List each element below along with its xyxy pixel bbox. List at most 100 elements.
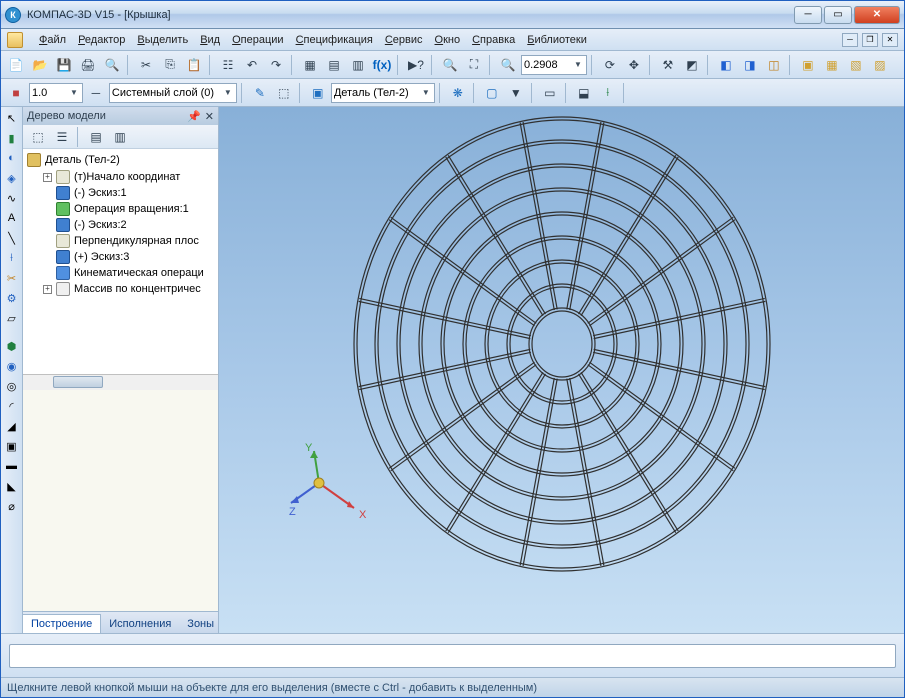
tree-item[interactable]: Перпендикулярная плос <box>43 233 216 249</box>
view-iso-button[interactable]: ◩ <box>681 54 703 76</box>
dim-tool[interactable]: ⟊ <box>3 249 21 267</box>
display-shade-button[interactable]: ▼ <box>505 82 527 104</box>
cube3-icon[interactable]: ◫ <box>763 54 785 76</box>
copy-button[interactable]: ⎘ <box>159 54 181 76</box>
zoom-window-button[interactable]: 🔍 <box>439 54 461 76</box>
pin-icon[interactable]: 📌 <box>187 110 201 123</box>
box3-icon[interactable]: ▧ <box>845 54 867 76</box>
stop-button[interactable]: ■ <box>5 82 27 104</box>
tree-item[interactable]: Кинематическая операци <box>43 265 216 281</box>
body-icon[interactable]: ▣ <box>307 82 329 104</box>
zoom-fit-button[interactable]: ⛶ <box>463 54 485 76</box>
zoom-input[interactable] <box>524 59 572 71</box>
cube1-icon[interactable]: ◧ <box>715 54 737 76</box>
body-field[interactable]: ▼ <box>331 83 435 103</box>
menu-файл[interactable]: Файл <box>33 32 72 48</box>
preview-button[interactable]: 🔍 <box>101 54 123 76</box>
menu-сервис[interactable]: Сервис <box>379 32 429 48</box>
surface-tool[interactable]: ▱ <box>3 309 21 327</box>
box4-icon[interactable]: ▨ <box>869 54 891 76</box>
menu-спецификация[interactable]: Спецификация <box>290 32 379 48</box>
cut-button[interactable]: ✂ <box>135 54 157 76</box>
save-button[interactable]: 💾 <box>53 54 75 76</box>
layer-field[interactable]: ▼ <box>109 83 237 103</box>
tree-item[interactable]: Операция вращения:1 <box>43 201 216 217</box>
props-button[interactable]: ☷ <box>217 54 239 76</box>
chamfer-tool[interactable]: ◢ <box>3 417 21 435</box>
ortho-button[interactable]: ⬚ <box>273 82 295 104</box>
chevron-down-icon[interactable]: ▼ <box>68 88 80 97</box>
property-input[interactable] <box>9 644 896 668</box>
text-tool[interactable]: A <box>3 209 21 227</box>
layer-input[interactable] <box>112 87 222 99</box>
tree-item[interactable]: (-) Эскиз:2 <box>43 217 216 233</box>
panel-close-icon[interactable]: ✕ <box>205 110 214 123</box>
rotate-button[interactable]: ⟳ <box>599 54 621 76</box>
menu-выделить[interactable]: Выделить <box>131 32 194 48</box>
body-input[interactable] <box>334 87 420 99</box>
menu-редактор[interactable]: Редактор <box>72 32 131 48</box>
rebuild-button[interactable]: ⚒ <box>657 54 679 76</box>
chevron-down-icon[interactable]: ▼ <box>572 60 584 69</box>
zoom-in-button[interactable]: 🔍 <box>497 54 519 76</box>
mdi-close-button[interactable]: ✕ <box>882 33 898 47</box>
mdi-restore-button[interactable]: ❐ <box>862 33 878 47</box>
thread-tool[interactable]: ⌀ <box>3 497 21 515</box>
revolve-tool[interactable]: ◐ <box>3 149 21 167</box>
tree-scrollbar[interactable] <box>23 374 218 390</box>
draft-tool[interactable]: ◣ <box>3 477 21 495</box>
tree-mode1-button[interactable]: ⬚ <box>27 126 49 148</box>
tab-zones[interactable]: Зоны <box>179 615 222 633</box>
tab-construction[interactable]: Построение <box>23 614 101 633</box>
tree-root[interactable]: Деталь (Тел-2) <box>25 151 216 169</box>
chevron-down-icon[interactable]: ▼ <box>222 88 234 97</box>
line-style-button[interactable]: ─ <box>85 82 107 104</box>
select-tool[interactable]: ↖ <box>3 109 21 127</box>
hole-tool[interactable]: ◎ <box>3 377 21 395</box>
chevron-down-icon[interactable]: ▼ <box>420 88 432 97</box>
box1-icon[interactable]: ▣ <box>797 54 819 76</box>
open-button[interactable]: 📂 <box>29 54 51 76</box>
paste-button[interactable]: 📋 <box>183 54 205 76</box>
appearance-button[interactable]: ❋ <box>447 82 469 104</box>
menu-окно[interactable]: Окно <box>429 32 467 48</box>
menu-операции[interactable]: Операции <box>226 32 289 48</box>
menu-справка[interactable]: Справка <box>466 32 521 48</box>
sweep-tool[interactable]: ∿ <box>3 189 21 207</box>
tree-item[interactable]: (-) Эскиз:1 <box>43 185 216 201</box>
print-button[interactable]: 🖨 <box>77 54 99 76</box>
tree-mode2-button[interactable]: ☰ <box>51 126 73 148</box>
tree-filter1-button[interactable]: ▤ <box>85 126 107 148</box>
menu-вид[interactable]: Вид <box>194 32 226 48</box>
line-tool[interactable]: ╲ <box>3 229 21 247</box>
spec-button[interactable]: ▤ <box>323 54 345 76</box>
mdi-minimize-button[interactable]: ─ <box>842 33 858 47</box>
sketch-button[interactable]: ✎ <box>249 82 271 104</box>
document-icon[interactable] <box>7 32 23 48</box>
expand-icon[interactable]: + <box>43 173 52 182</box>
pan-button[interactable]: ✥ <box>623 54 645 76</box>
close-button[interactable]: ✕ <box>854 6 900 24</box>
line-weight-input[interactable] <box>32 87 68 99</box>
redo-button[interactable]: ↷ <box>265 54 287 76</box>
fillet-tool[interactable]: ◜ <box>3 397 21 415</box>
tree-item[interactable]: (+) Эскиз:3 <box>43 249 216 265</box>
display-wire-button[interactable]: ▢ <box>481 82 503 104</box>
tree-item[interactable]: +(т)Начало координат <box>43 169 216 185</box>
tree-item[interactable]: +Массив по концентричес <box>43 281 216 297</box>
expand-icon[interactable]: + <box>43 285 52 294</box>
boss-tool[interactable]: ⬢ <box>3 337 21 355</box>
rib-tool[interactable]: ▬ <box>3 457 21 475</box>
array-tool[interactable]: ⚙ <box>3 289 21 307</box>
model-tree[interactable]: Деталь (Тел-2) +(т)Начало координат(-) Э… <box>23 149 218 374</box>
cube2-icon[interactable]: ◨ <box>739 54 761 76</box>
edit-tool[interactable]: ✂ <box>3 269 21 287</box>
undo-button[interactable]: ↶ <box>241 54 263 76</box>
perspective-button[interactable]: ▭ <box>539 82 561 104</box>
measure-button[interactable]: ⟊ <box>597 82 619 104</box>
minimize-button[interactable]: ─ <box>794 6 822 24</box>
fx-button[interactable]: f(x) <box>371 54 393 76</box>
zoom-value-field[interactable]: ▼ <box>521 55 587 75</box>
new-button[interactable]: 📄 <box>5 54 27 76</box>
tree-filter2-button[interactable]: ▥ <box>109 126 131 148</box>
